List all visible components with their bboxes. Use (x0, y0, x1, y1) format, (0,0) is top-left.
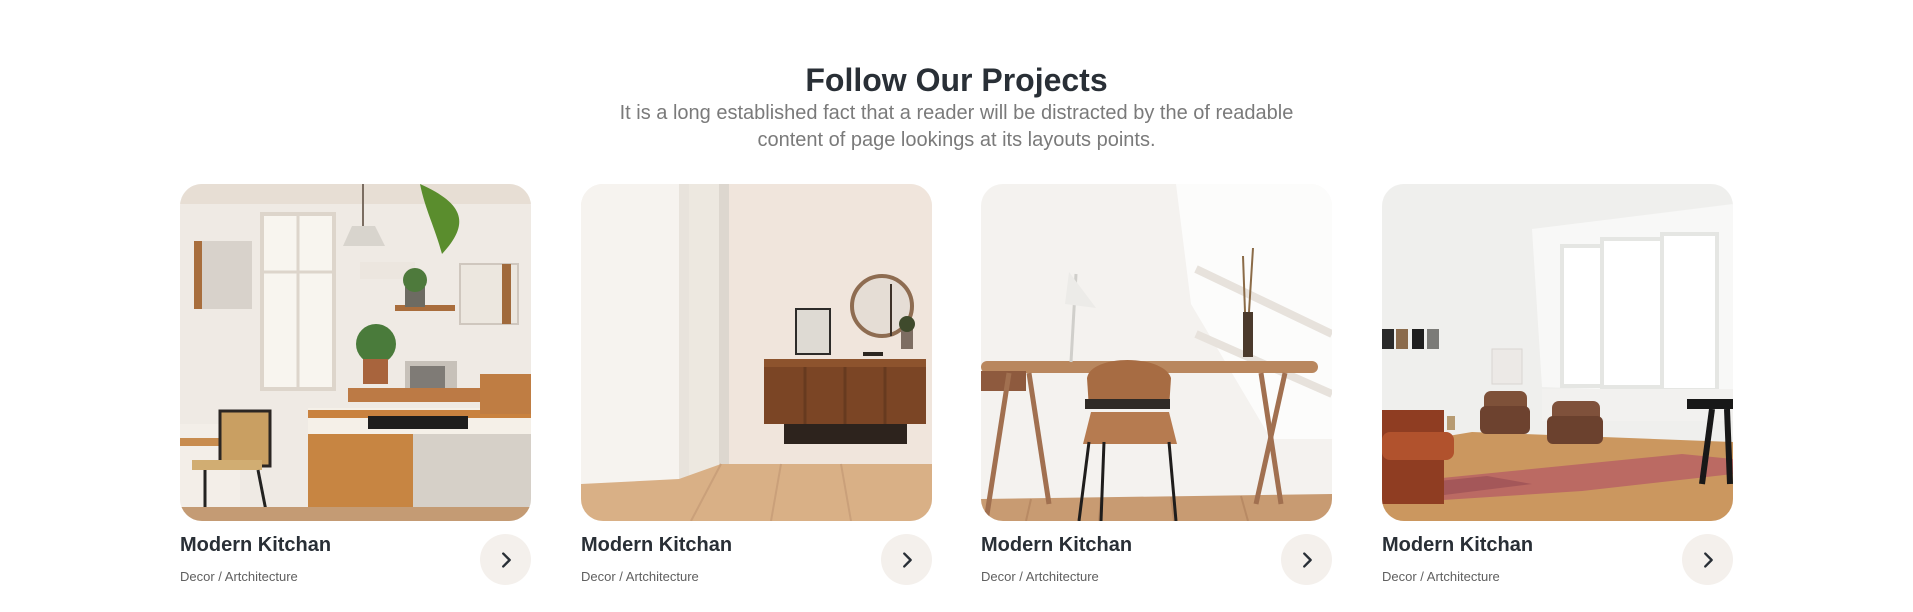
project-title[interactable]: Modern Kitchan (1382, 531, 1533, 559)
chevron-right-icon (902, 551, 912, 568)
chevron-right-icon (1703, 551, 1713, 568)
project-category: Decor / Artchitecture (581, 569, 699, 584)
chevron-right-icon (1302, 551, 1312, 568)
project-category: Decor / Artchitecture (981, 569, 1099, 584)
project-open-button[interactable] (881, 534, 932, 585)
project-open-button[interactable] (1682, 534, 1733, 585)
project-image-kitchen[interactable] (180, 184, 531, 521)
section-title: Follow Our Projects (805, 62, 1108, 98)
chevron-right-icon (501, 551, 511, 568)
project-card-1: Modern Kitchan Decor / Artchitecture (180, 184, 531, 594)
section-subtitle: It is a long established fact that a rea… (619, 102, 1294, 151)
project-title[interactable]: Modern Kitchan (180, 531, 331, 559)
projects-section: Follow Our Projects It is a long establi… (0, 0, 1913, 612)
project-card-2: Modern Kitchan Decor / Artchitecture (581, 184, 932, 594)
projects-grid: Modern Kitchan Decor / Artchitecture Mod… (180, 184, 1733, 594)
project-image-desk[interactable] (981, 184, 1332, 521)
project-open-button[interactable] (1281, 534, 1332, 585)
project-open-button[interactable] (480, 534, 531, 585)
project-card-3: Modern Kitchan Decor / Artchitecture (981, 184, 1332, 594)
project-title[interactable]: Modern Kitchan (981, 531, 1132, 559)
project-image-hallway[interactable] (581, 184, 932, 521)
project-title[interactable]: Modern Kitchan (581, 531, 732, 559)
project-category: Decor / Artchitecture (1382, 569, 1500, 584)
project-category: Decor / Artchitecture (180, 569, 298, 584)
project-card-4: Modern Kitchan Decor / Artchitecture (1382, 184, 1733, 594)
project-image-living-room[interactable] (1382, 184, 1733, 521)
